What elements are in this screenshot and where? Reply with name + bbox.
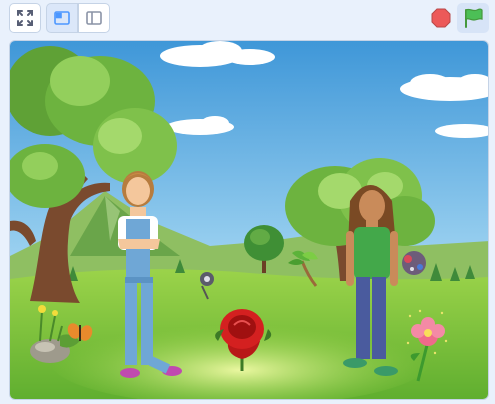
glitter-sprite-2 [402,251,426,275]
large-stage-button[interactable] [78,3,110,33]
fullscreen-button[interactable] [9,3,41,33]
green-flag-button[interactable] [457,3,489,33]
stage-toolbar [0,0,495,38]
green-flag-icon [465,8,483,28]
small-stage-layout-icon [54,11,70,25]
large-stage-layout-icon [86,11,102,25]
stop-sign-icon[interactable] [431,8,451,28]
stage-canvas[interactable] [9,40,489,400]
small-stage-button[interactable] [46,3,78,33]
fullscreen-icon [17,10,33,26]
